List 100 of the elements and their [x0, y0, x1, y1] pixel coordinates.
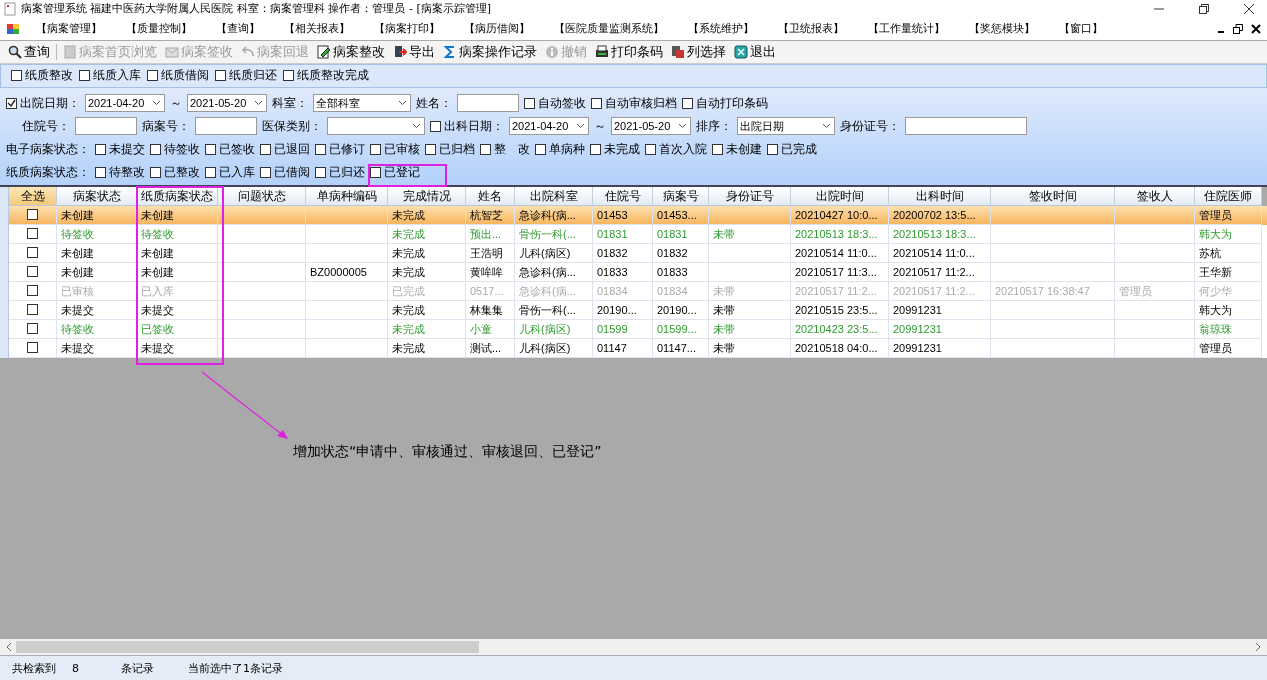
menu-item[interactable]: 【窗口】 — [1059, 21, 1103, 37]
date-picker[interactable]: 2021-04-20 — [509, 117, 589, 136]
checkbox[interactable]: 已归档 — [425, 140, 475, 158]
app-menu-icon[interactable] — [6, 21, 20, 36]
checkbox[interactable]: 纸质整改完成 — [283, 67, 369, 85]
header-corner — [0, 186, 9, 206]
row-checkbox[interactable] — [27, 304, 38, 316]
checkbox[interactable]: 已整改 — [150, 163, 200, 181]
row-checkbox[interactable] — [27, 342, 38, 354]
checkbox[interactable]: 首次入院 — [645, 140, 707, 158]
table-cell: 01832 — [657, 246, 688, 259]
table-cell: 未提交 — [141, 341, 174, 354]
table-cell: 何少华 — [1199, 284, 1232, 297]
menu-item[interactable]: 【病历借阅】 — [464, 21, 530, 37]
export-icon — [393, 44, 407, 59]
restore-icon[interactable] — [1198, 3, 1210, 15]
menu-item[interactable]: 【相关报表】 — [284, 21, 350, 37]
checkbox[interactable]: 已借阅 — [260, 163, 310, 181]
input-field[interactable] — [75, 117, 137, 136]
table-cell: 01147... — [657, 341, 696, 354]
document-icon — [63, 44, 77, 59]
chevron-down-icon — [152, 100, 161, 107]
dropdown[interactable]: 出院日期 — [737, 117, 835, 136]
table-cell: 急诊科(病... — [519, 265, 576, 278]
table-cell: 20190... — [657, 303, 697, 316]
check-icon — [7, 98, 16, 108]
table-cell: 20210515 23:5... — [795, 303, 878, 316]
checkbox[interactable]: 自动打印条码 — [682, 94, 768, 112]
checkbox[interactable]: 已登记 — [370, 163, 420, 181]
checkbox[interactable]: 纸质归还 — [215, 67, 277, 85]
menu-item[interactable]: 【病案打印】 — [374, 21, 440, 37]
table-cell: 01832 — [597, 246, 628, 259]
checkbox[interactable]: 未完成 — [590, 140, 640, 158]
checkbox[interactable]: 未创建 — [712, 140, 762, 158]
checkbox[interactable]: 已归还 — [315, 163, 365, 181]
toolbar-button[interactable]: 列选择 — [669, 41, 728, 62]
checkbox[interactable]: 自动审核归档 — [591, 94, 677, 112]
menu-item[interactable]: 【病案管理】 — [36, 21, 102, 37]
checkbox[interactable]: 整 改 — [480, 140, 530, 158]
menu-item[interactable]: 【奖惩模块】 — [969, 21, 1035, 37]
table-cell: 20991231 — [893, 303, 942, 316]
menu-item[interactable]: 【系统维护】 — [688, 21, 754, 37]
toolbar-button[interactable]: 病案整改 — [315, 41, 387, 62]
toolbar-button[interactable]: 打印条码 — [593, 41, 665, 62]
checkbox[interactable]: 单病种 — [535, 140, 585, 158]
checkbox[interactable]: 已入库 — [205, 163, 255, 181]
table-cell: 未创建 — [141, 208, 174, 221]
restore-icon[interactable] — [1233, 23, 1243, 34]
date-picker[interactable]: 2021-05-20 — [611, 117, 691, 136]
menu-item[interactable]: 【工作量统计】 — [868, 21, 945, 37]
table-cell: 韩大为 — [1199, 227, 1232, 240]
row-checkbox[interactable] — [27, 228, 38, 240]
menu-item[interactable]: 【卫统报表】 — [778, 21, 844, 37]
checkbox[interactable]: 已审核 — [370, 140, 420, 158]
scrollbar-thumb[interactable] — [16, 641, 479, 654]
checkbox[interactable]: 纸质入库 — [79, 67, 141, 85]
checkbox[interactable]: 已完成 — [767, 140, 817, 158]
checkbox[interactable]: 自动签收 — [524, 94, 586, 112]
table-cell: 未提交 — [61, 303, 94, 316]
row-checkbox[interactable] — [27, 209, 38, 221]
toolbar-button[interactable]: 导出 — [391, 41, 437, 62]
date-picker[interactable]: 2021-04-20 — [85, 94, 165, 113]
row-checkbox[interactable] — [27, 323, 38, 335]
input-field[interactable] — [195, 117, 257, 136]
table-cell: 已审核 — [61, 284, 94, 297]
close-icon[interactable] — [1251, 23, 1261, 34]
toolbar-button[interactable]: 查询 — [6, 41, 52, 62]
row-checkbox[interactable] — [27, 266, 38, 278]
checkbox[interactable]: 纸质整改 — [11, 67, 73, 85]
row-checkbox[interactable] — [27, 247, 38, 259]
checkbox[interactable]: 出科日期： — [430, 117, 504, 135]
checkbox[interactable]: 待整改 — [95, 163, 145, 181]
table-cell: 20210517 11:2... — [795, 284, 877, 297]
table-cell: 待签收 — [141, 227, 174, 240]
table-cell: 20210517 16:38:47 — [995, 284, 1090, 297]
checkbox[interactable]: 已修订 — [315, 140, 365, 158]
checkbox[interactable]: 未提交 — [95, 140, 145, 158]
dropdown[interactable]: 全部科室 — [313, 94, 411, 113]
menu-item[interactable]: 【医院质量监测系统】 — [554, 21, 664, 37]
toolbar-button[interactable]: 退出 — [732, 41, 778, 62]
chevron-down-icon — [412, 123, 421, 130]
checkbox[interactable]: 出院日期： — [6, 94, 80, 112]
table-cell: 未创建 — [141, 265, 174, 278]
checkbox[interactable]: 已退回 — [260, 140, 310, 158]
input-field[interactable] — [457, 94, 519, 113]
toolbar-button[interactable]: 病案操作记录 — [441, 41, 539, 62]
dropdown[interactable] — [327, 117, 425, 136]
status-text: 条记录 — [121, 660, 154, 676]
table-cell: 20991231 — [893, 322, 942, 335]
close-icon[interactable] — [1243, 3, 1255, 15]
table-cell: 儿科(病区) — [519, 322, 571, 335]
table-cell: 20210514 11:0... — [795, 246, 877, 259]
menu-item[interactable]: 【查询】 — [216, 21, 260, 37]
checkbox[interactable]: 待签收 — [150, 140, 200, 158]
table-cell: 01147 — [597, 341, 627, 354]
date-picker[interactable]: 2021-05-20 — [187, 94, 267, 113]
checkbox[interactable]: 已签收 — [205, 140, 255, 158]
checkbox[interactable]: 纸质借阅 — [147, 67, 209, 85]
input-field[interactable] — [905, 117, 1027, 136]
menu-item[interactable]: 【质量控制】 — [126, 21, 192, 37]
